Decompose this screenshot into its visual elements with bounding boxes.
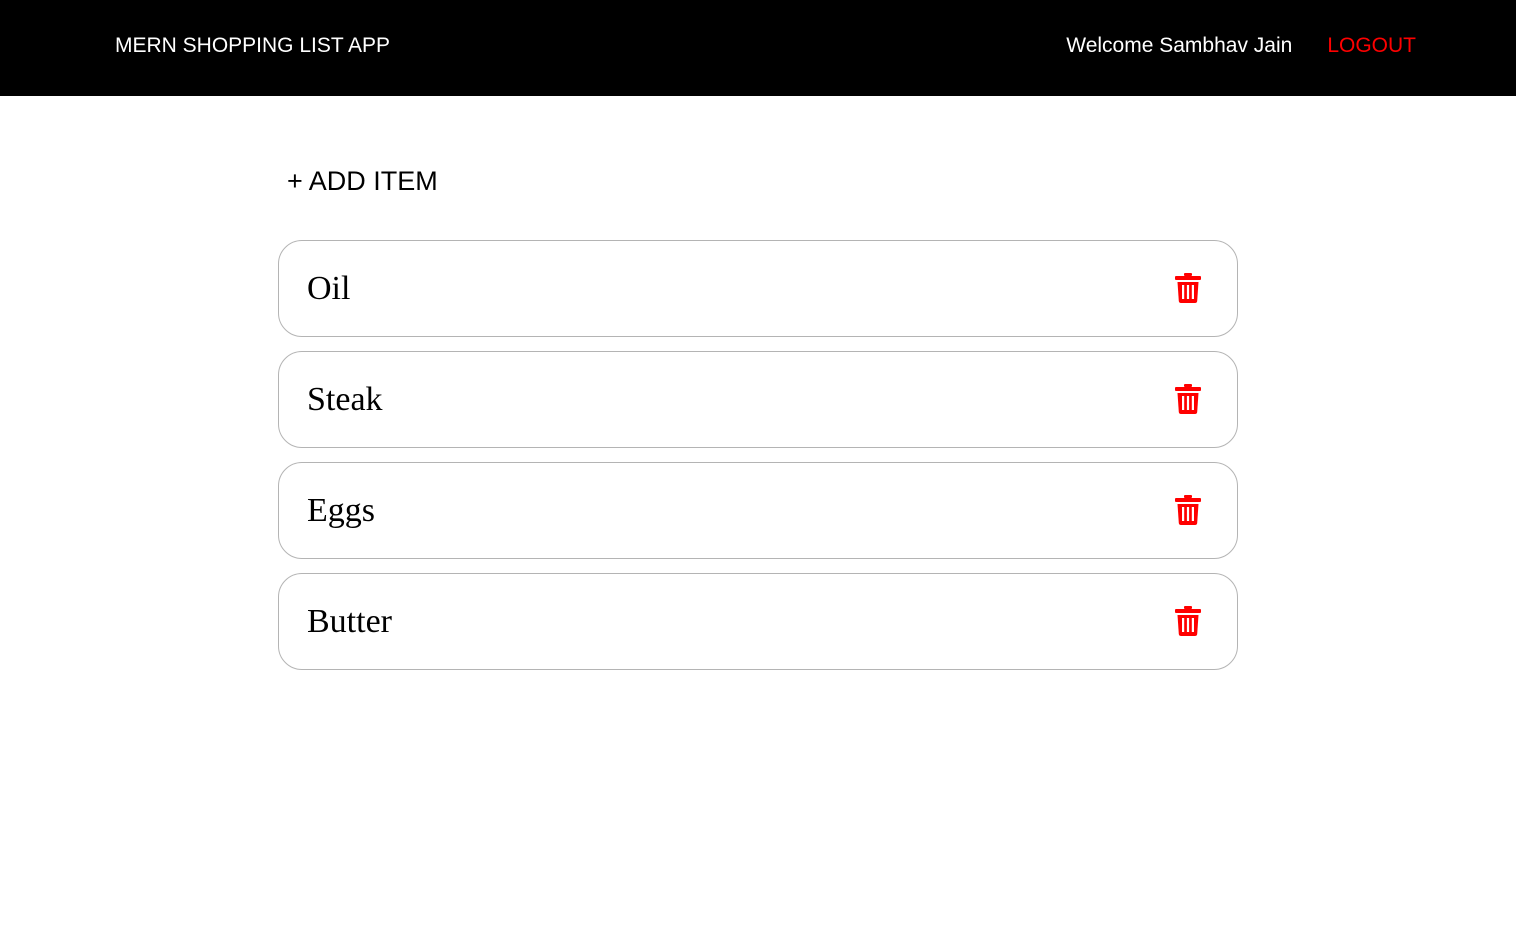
- trash-icon: [1175, 273, 1201, 303]
- app-brand[interactable]: MERN SHOPPING LIST APP: [115, 33, 390, 59]
- navbar-user-area: Welcome Sambhav Jain LOGOUT: [1066, 33, 1416, 59]
- welcome-message: Welcome Sambhav Jain: [1066, 34, 1293, 57]
- delete-item-button[interactable]: [1173, 494, 1203, 526]
- list-item: Eggs: [278, 462, 1238, 559]
- item-name: Steak: [307, 381, 383, 418]
- item-name: Eggs: [307, 492, 375, 529]
- add-item-button[interactable]: + ADD ITEM: [287, 165, 438, 197]
- logout-link[interactable]: LOGOUT: [1327, 33, 1416, 59]
- list-item: Steak: [278, 351, 1238, 448]
- delete-item-button[interactable]: [1173, 605, 1203, 637]
- list-item: Oil: [278, 240, 1238, 337]
- trash-icon: [1175, 606, 1201, 636]
- delete-item-button[interactable]: [1173, 383, 1203, 415]
- item-name: Butter: [307, 603, 392, 640]
- navbar: MERN SHOPPING LIST APP Welcome Sambhav J…: [0, 0, 1516, 96]
- shopping-list: Oil Steak Eggs Butter: [278, 240, 1238, 684]
- item-name: Oil: [307, 270, 351, 307]
- list-item: Butter: [278, 573, 1238, 670]
- trash-icon: [1175, 495, 1201, 525]
- delete-item-button[interactable]: [1173, 272, 1203, 304]
- trash-icon: [1175, 384, 1201, 414]
